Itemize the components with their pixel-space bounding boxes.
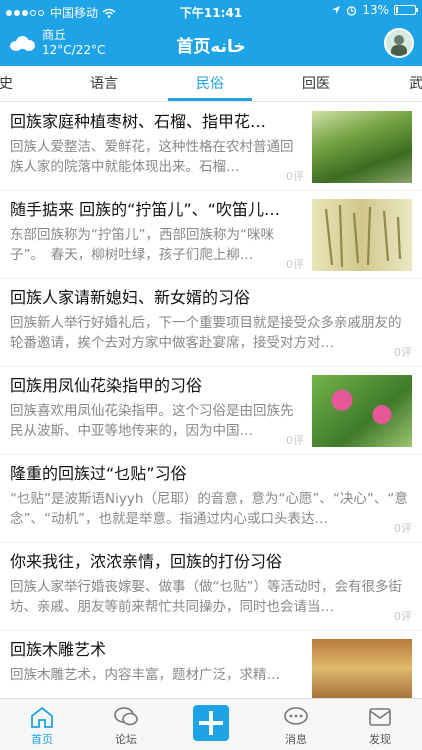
bottom-tab-bar: 首页 论坛 消息 发现 [0, 698, 422, 750]
home-icon [31, 706, 53, 728]
alarm-icon [347, 5, 357, 16]
comment-count: 0评 [394, 522, 412, 535]
nav-home[interactable]: 首页 [0, 699, 84, 750]
comment-count: 0评 [394, 610, 412, 623]
list-item[interactable]: 你来我往，浓浓亲情，回族的打份习俗 回族人家举行婚丧嫁娶、做事（做“乜贴”）等活… [0, 543, 422, 631]
status-bar: 中国移动 下午11:41 13% [0, 0, 422, 22]
battery-percent: 13% [362, 3, 389, 17]
article-summary: “乜贴”是波斯语Niyyh（尼耶）的音意，意为“心愿”、“决心”、“意念”、“动… [10, 491, 408, 527]
list-item[interactable]: 回族人家请新媳妇、新女婿的习俗 回族新人举行好婚礼后，下一个重要项目就是接受众多… [0, 279, 422, 367]
nav-messages[interactable]: 消息 [254, 699, 338, 750]
list-item[interactable]: 回族木雕艺术 回族木雕艺术，内容丰富，题材广泛，求精… [0, 631, 422, 698]
article-title: 回族人家请新媳妇、新女婿的习俗 [10, 288, 251, 307]
list-item[interactable]: 随手掂来 回族的“拧笛儿”、“吹笛儿… 东部回族称为“拧笛儿”，西部回族称为“咪… [0, 191, 422, 279]
comment-count: 0评 [286, 258, 304, 271]
article-title: 回族家庭种植枣树、石榴、指甲花… [10, 112, 267, 131]
active-tab-indicator [168, 98, 252, 101]
article-title: 随手掂来 回族的“拧笛儿”、“吹笛儿… [10, 200, 280, 219]
article-summary: 回族喜欢用凤仙花染指甲。这个习俗是由回族先民从波斯、中亚等地传来的，因为中国… [10, 403, 294, 439]
tab-martial-arts[interactable]: 武 [396, 66, 422, 101]
reed-whistles-image [312, 199, 412, 271]
nav-forum-label: 论坛 [115, 733, 137, 746]
chat-bubble-icon [114, 707, 138, 726]
page-title: 首页خانه [176, 37, 246, 57]
article-title: 隆重的回族过“乜贴”习俗 [10, 464, 187, 483]
green-leaves-image [312, 111, 412, 183]
app-header: 中国移动 下午11:41 13% 商丘 12°C/22°C 首页خانه [0, 0, 422, 66]
article-title: 回族用凤仙花染指甲的习俗 [10, 376, 203, 395]
article-title: 你来我往，浓浓亲情，回族的打份习俗 [10, 552, 283, 571]
balsam-flowers-image [312, 375, 412, 447]
nav-messages-label: 消息 [285, 733, 307, 746]
battery-icon [394, 5, 418, 15]
tab-language[interactable]: 语言 [62, 66, 146, 101]
article-list: 回族家庭种植枣树、石榴、指甲花… 回族人爱整洁、爱鲜花，这种性格在农村普通回族人… [0, 103, 422, 698]
title-arabic: خانه [210, 37, 246, 57]
nav-forum[interactable]: 论坛 [84, 699, 168, 750]
message-icon [284, 707, 308, 725]
category-tabs: 史 语言 民俗 回医 武 [0, 66, 422, 102]
tab-history[interactable]: 史 [0, 66, 26, 101]
article-summary: 回族人爱整洁、爱鲜花，这种性格在农村普通回族人家的院落中就能体现出来。石榴… [10, 139, 294, 175]
article-summary: 回族新人举行好婚礼后，下一个重要项目就是接受众多亲戚朋友的轮番邀请，挨个去对方家… [10, 315, 402, 351]
article-summary: 东部回族称为“拧笛儿”，西部回族称为“咪咪子”。 春天，柳树吐绿，孩子们爬上柳… [10, 227, 274, 263]
list-item[interactable]: 回族用凤仙花染指甲的习俗 回族喜欢用凤仙花染指甲。这个习俗是由回族先民从波斯、中… [0, 367, 422, 455]
list-item[interactable]: 隆重的回族过“乜贴”习俗 “乜贴”是波斯语Niyyh（尼耶）的音意，意为“心愿”… [0, 455, 422, 543]
article-title: 回族木雕艺术 [10, 640, 107, 659]
nav-discover-label: 发现 [369, 733, 391, 746]
plus-icon[interactable] [193, 705, 229, 741]
article-summary: 回族木雕艺术，内容丰富，题材广泛，求精… [10, 667, 280, 683]
discover-icon [369, 708, 391, 726]
avatar[interactable] [384, 28, 414, 58]
nav-bar: 商丘 12°C/22°C 首页خانه [0, 22, 422, 66]
tab-folk-customs[interactable]: 民俗 [168, 66, 252, 101]
comment-count: 0评 [394, 346, 412, 359]
wood-carving-image [312, 639, 412, 698]
comment-count: 0评 [286, 434, 304, 447]
tab-medicine[interactable]: 回医 [274, 66, 358, 101]
nav-home-label: 首页 [31, 733, 53, 746]
location-icon [332, 6, 341, 14]
nav-discover[interactable]: 发现 [338, 699, 422, 750]
article-summary: 回族人家举行婚丧嫁娶、做事（做“乜贴”）等活动时，会有很多街坊、亲戚、朋友等前来… [10, 579, 402, 615]
list-item[interactable]: 回族家庭种植枣树、石榴、指甲花… 回族人爱整洁、爱鲜花，这种性格在农村普通回族人… [0, 103, 422, 191]
comment-count: 0评 [286, 170, 304, 183]
